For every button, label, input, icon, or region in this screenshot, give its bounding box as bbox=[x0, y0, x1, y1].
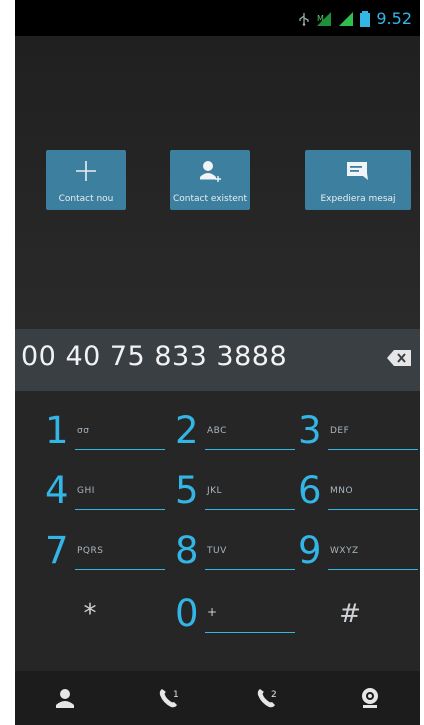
add-person-icon bbox=[200, 161, 221, 182]
key-3[interactable]: 3 DEF bbox=[298, 403, 418, 459]
phone-sim1-icon: 1 bbox=[159, 689, 179, 708]
key-hash[interactable]: # bbox=[290, 586, 410, 642]
voicemail-label: σσ bbox=[77, 426, 90, 436]
usb-icon bbox=[299, 12, 310, 26]
signal-sim2-icon bbox=[339, 11, 354, 26]
key-7[interactable]: 7 PQRS bbox=[45, 523, 165, 579]
backspace-icon bbox=[387, 350, 411, 366]
status-time: 9.52 bbox=[376, 9, 412, 28]
key-6[interactable]: 6 MNO bbox=[298, 463, 418, 519]
webcam-icon bbox=[362, 688, 378, 708]
number-display: 00 40 75 833 3888 bbox=[15, 329, 420, 391]
phone-sim2-icon: 2 bbox=[257, 689, 277, 708]
svg-text:1: 1 bbox=[173, 690, 179, 700]
dialer-screen: M 9.52 Contact nou Contact existent Expe… bbox=[15, 0, 420, 725]
dialpad: 1 σσ 2 ABC 3 DEF 4 GHI 5 JKL 6 MNO 7 PQR… bbox=[15, 391, 420, 671]
send-message-button[interactable]: Expediera mesaj bbox=[305, 150, 411, 210]
signal-sim1-icon: M bbox=[317, 11, 332, 26]
status-icons: M 9.52 bbox=[298, 9, 412, 28]
key-5[interactable]: 5 JKL bbox=[175, 463, 295, 519]
key-0[interactable]: 0 + bbox=[175, 586, 295, 642]
person-icon bbox=[56, 689, 74, 708]
dialed-number: 00 40 75 833 3888 bbox=[21, 341, 288, 372]
key-star[interactable]: * bbox=[30, 586, 150, 642]
key-9[interactable]: 9 WXYZ bbox=[298, 523, 418, 579]
existing-contact-label: Contact existent bbox=[172, 194, 248, 204]
svg-text:M: M bbox=[317, 14, 324, 23]
key-2[interactable]: 2 ABC bbox=[175, 403, 295, 459]
key-1[interactable]: 1 σσ bbox=[45, 403, 165, 459]
backspace-button[interactable] bbox=[386, 349, 412, 371]
key-4[interactable]: 4 GHI bbox=[45, 463, 165, 519]
new-contact-button[interactable]: Contact nou bbox=[46, 150, 126, 210]
status-bar: M 9.52 bbox=[15, 0, 420, 36]
video-call-button[interactable] bbox=[355, 683, 385, 713]
battery-icon bbox=[360, 10, 371, 27]
message-icon bbox=[347, 162, 368, 180]
contacts-button[interactable] bbox=[50, 683, 80, 713]
plus-icon bbox=[76, 161, 96, 181]
call-sim2-button[interactable]: 2 bbox=[253, 683, 283, 713]
bottom-bar: 1 2 bbox=[15, 671, 420, 725]
call-sim1-button[interactable]: 1 bbox=[155, 683, 185, 713]
key-8[interactable]: 8 TUV bbox=[175, 523, 295, 579]
new-contact-label: Contact nou bbox=[58, 194, 114, 204]
svg-text:2: 2 bbox=[271, 690, 277, 700]
existing-contact-button[interactable]: Contact existent bbox=[170, 150, 250, 210]
send-message-label: Expediera mesaj bbox=[320, 194, 396, 204]
